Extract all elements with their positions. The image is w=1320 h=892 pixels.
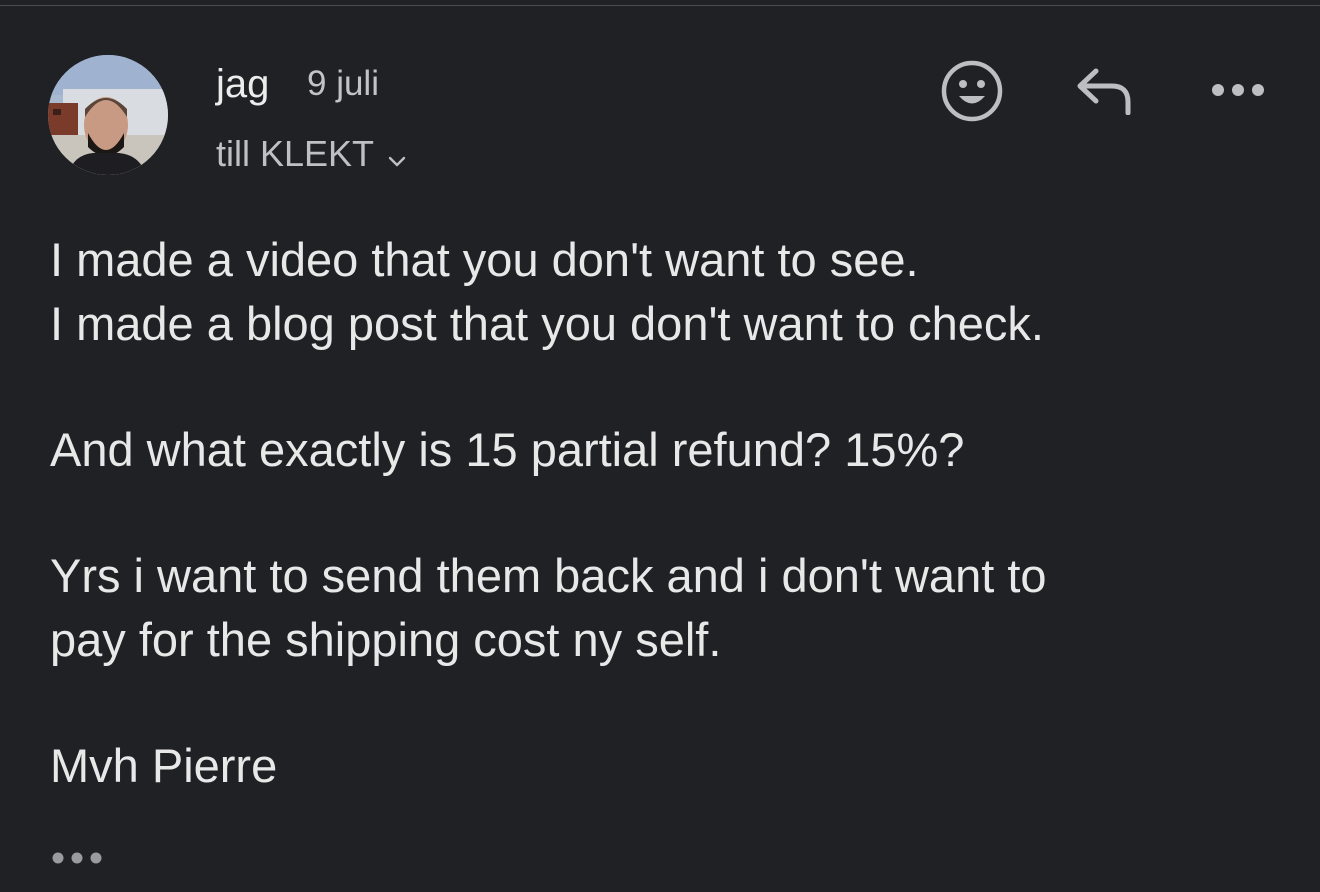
add-reaction-button[interactable] [937,56,1007,126]
reply-arrow-icon [1077,68,1131,115]
show-trimmed-content-button[interactable] [50,848,106,868]
body-line: I made a video that you don't want to se… [50,233,919,286]
reply-button[interactable] [1068,60,1140,122]
signature: Mvh Pierre [50,739,278,792]
more-horizontal-icon [1212,84,1264,96]
avatar-photo [48,55,168,175]
more-options-button[interactable] [1203,72,1273,108]
recipient-label: till KLEKT [216,133,375,174]
body-line: And what exactly is 15 partial refund? 1… [50,423,965,476]
message-date: 9 juli [307,64,379,103]
ellipsis-icon [52,852,102,864]
body-line: pay for the shipping cost ny self. [50,613,722,666]
avatar[interactable] [48,55,168,175]
chevron-down-icon [388,135,406,177]
top-divider [0,5,1320,6]
recipient-toggle[interactable]: till KLEKT [216,131,406,177]
sender-name: jag [216,62,270,106]
message-body: I made a video that you don't want to se… [50,228,1290,798]
body-line: Yrs i want to send them back and i don't… [50,549,1047,602]
smiley-icon [941,60,1003,122]
body-line: I made a blog post that you don't want t… [50,297,1044,350]
